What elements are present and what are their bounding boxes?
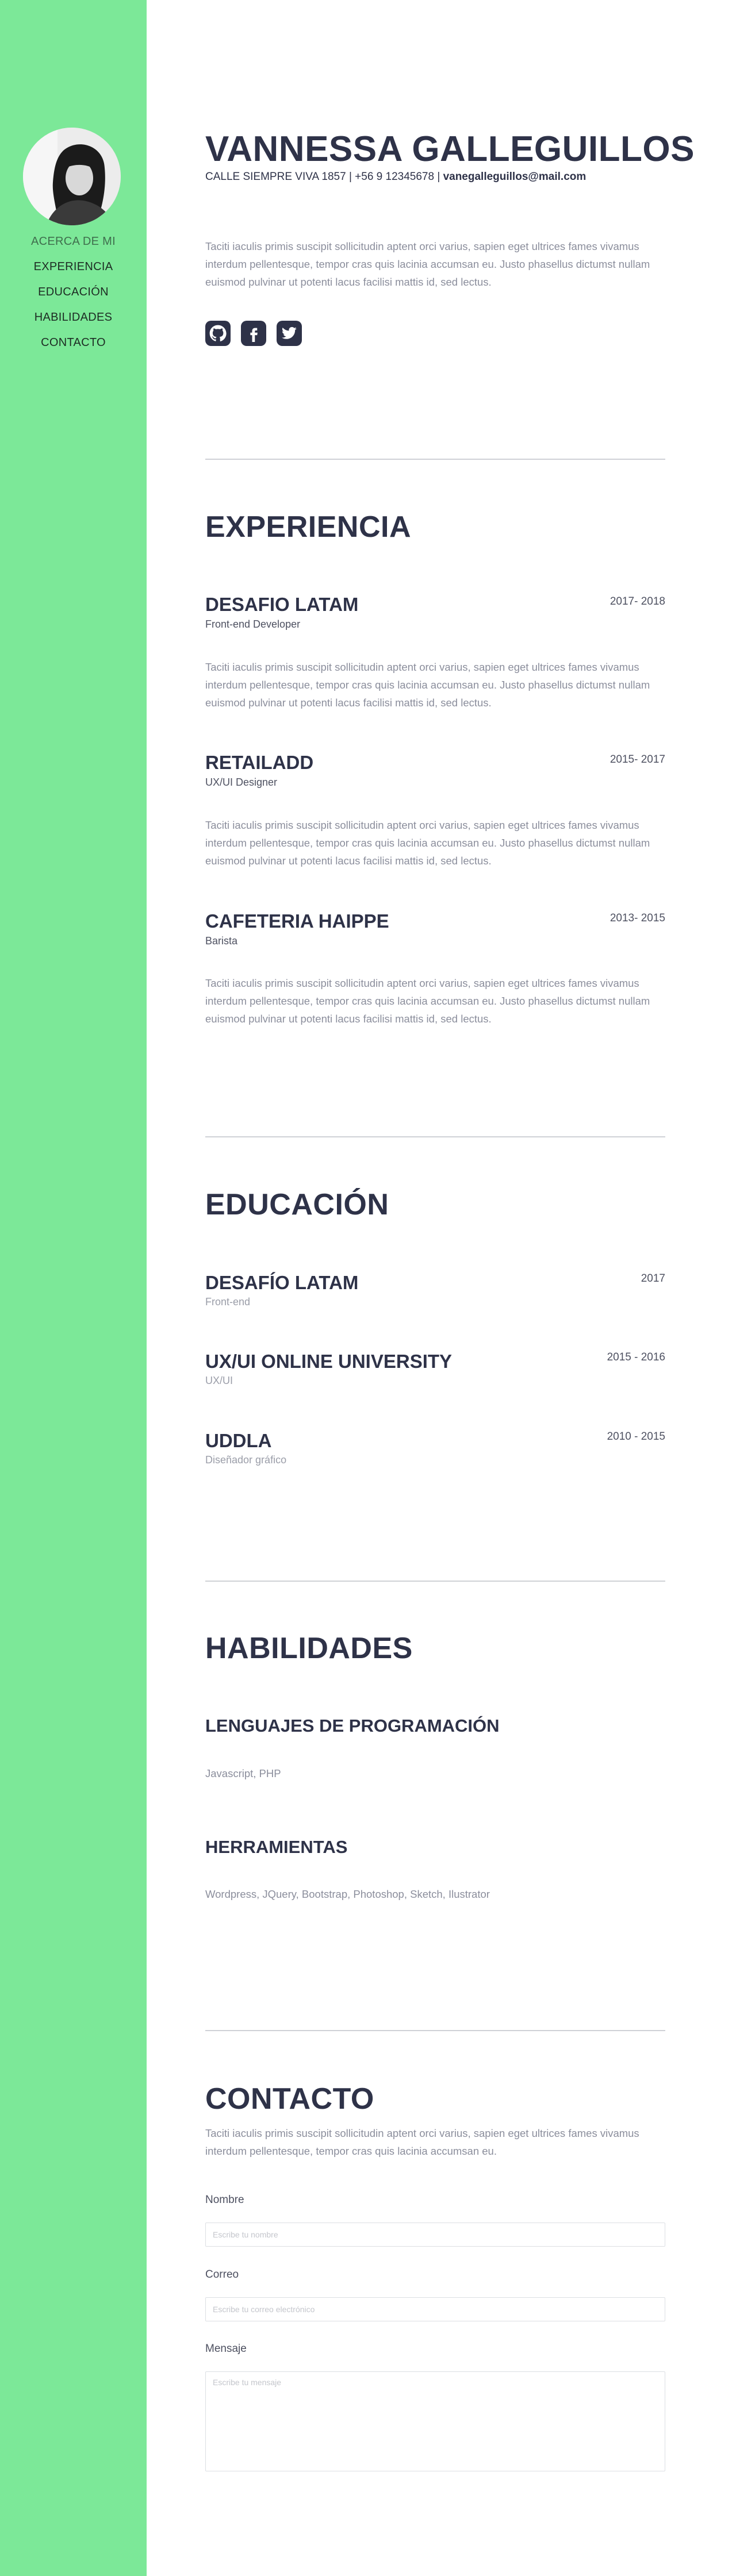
experience-role: Front-end Developer	[205, 618, 301, 630]
sidebar-nav: ACERCA DE MI EXPERIENCIA EDUCACIÓN HABIL…	[0, 234, 147, 361]
divider	[205, 2030, 665, 2031]
education-dates: 2015 - 2016	[607, 1351, 665, 1363]
education-field: Front-end	[205, 1296, 251, 1308]
contact-info: CALLE SIEMPRE VIVA 1857 | +56 9 12345678…	[205, 171, 586, 183]
separator: |	[346, 171, 355, 183]
contact-intro: Taciti iaculis primis suscipit sollicitu…	[205, 2127, 639, 2157]
avatar	[23, 128, 121, 225]
separator: |	[434, 171, 443, 183]
email-label: Correo	[205, 2269, 239, 2281]
divider	[205, 1581, 665, 1582]
experience-dates: 2015- 2017	[610, 753, 665, 766]
experience-dates: 2017- 2018	[610, 595, 665, 608]
skills-tools-title: HERRAMIENTAS	[205, 1837, 348, 1857]
education-school: UDDLA	[205, 1430, 272, 1451]
divider	[205, 459, 665, 460]
nav-item-acerca[interactable]: ACERCA DE MI	[0, 234, 147, 260]
education-school: UX/UI ONLINE UNIVERSITY	[205, 1351, 453, 1372]
name-field[interactable]	[205, 2223, 665, 2247]
phone: +56 9 12345678	[355, 171, 435, 183]
section-title-experiencia: EXPERIENCIA	[205, 510, 412, 544]
divider	[205, 1136, 665, 1137]
nav-item-experiencia[interactable]: EXPERIENCIA	[0, 260, 147, 285]
education-field: Diseñador gráfico	[205, 1454, 287, 1466]
address: CALLE SIEMPRE VIVA 1857	[205, 171, 346, 183]
page-title: VANNESSA GALLEGUILLOS	[205, 129, 695, 169]
sidebar: ACERCA DE MI EXPERIENCIA EDUCACIÓN HABIL…	[0, 0, 147, 2576]
section-title-educacion: EDUCACIÓN	[205, 1188, 389, 1221]
experience-description: Taciti iaculis primis suscipit sollicitu…	[205, 819, 650, 867]
education-dates: 2017	[641, 1272, 665, 1285]
nav-item-habilidades[interactable]: HABILIDADES	[0, 310, 147, 336]
experience-company: CAFETERIA HAIPPE	[205, 910, 389, 932]
education-school: DESAFÍO LATAM	[205, 1272, 359, 1293]
email-link[interactable]: vanegalleguillos@mail.com	[443, 171, 586, 183]
experience-role: UX/UI Designer	[205, 776, 278, 788]
facebook-icon[interactable]	[241, 321, 266, 346]
experience-company: RETAILADD	[205, 752, 314, 773]
skills-tools: Wordpress, JQuery, Bootstrap, Photoshop,…	[205, 1888, 490, 1900]
education-dates: 2010 - 2015	[607, 1431, 665, 1443]
twitter-icon[interactable]	[277, 321, 302, 346]
experience-role: Barista	[205, 935, 238, 947]
section-title-contacto: CONTACTO	[205, 2082, 374, 2116]
bio-text: Taciti iaculis primis suscipit sollicitu…	[205, 240, 650, 288]
nav-item-contacto[interactable]: CONTACTO	[0, 336, 147, 361]
skills-languages: Javascript, PHP	[205, 1767, 281, 1779]
education-field: UX/UI	[205, 1375, 233, 1386]
name-label: Nombre	[205, 2194, 244, 2206]
experience-description: Taciti iaculis primis suscipit sollicitu…	[205, 661, 650, 709]
github-icon[interactable]	[205, 321, 231, 346]
experience-dates: 2013- 2015	[610, 912, 665, 924]
experience-company: DESAFIO LATAM	[205, 594, 359, 615]
message-label: Mensaje	[205, 2343, 247, 2355]
nav-item-educacion[interactable]: EDUCACIÓN	[0, 285, 147, 310]
section-title-habilidades: HABILIDADES	[205, 1632, 413, 1665]
experience-description: Taciti iaculis primis suscipit sollicitu…	[205, 977, 650, 1025]
skills-languages-title: LENGUAJES DE PROGRAMACIÓN	[205, 1716, 500, 1736]
social-links	[205, 321, 302, 346]
message-field[interactable]	[205, 2371, 665, 2471]
email-field[interactable]	[205, 2297, 665, 2321]
